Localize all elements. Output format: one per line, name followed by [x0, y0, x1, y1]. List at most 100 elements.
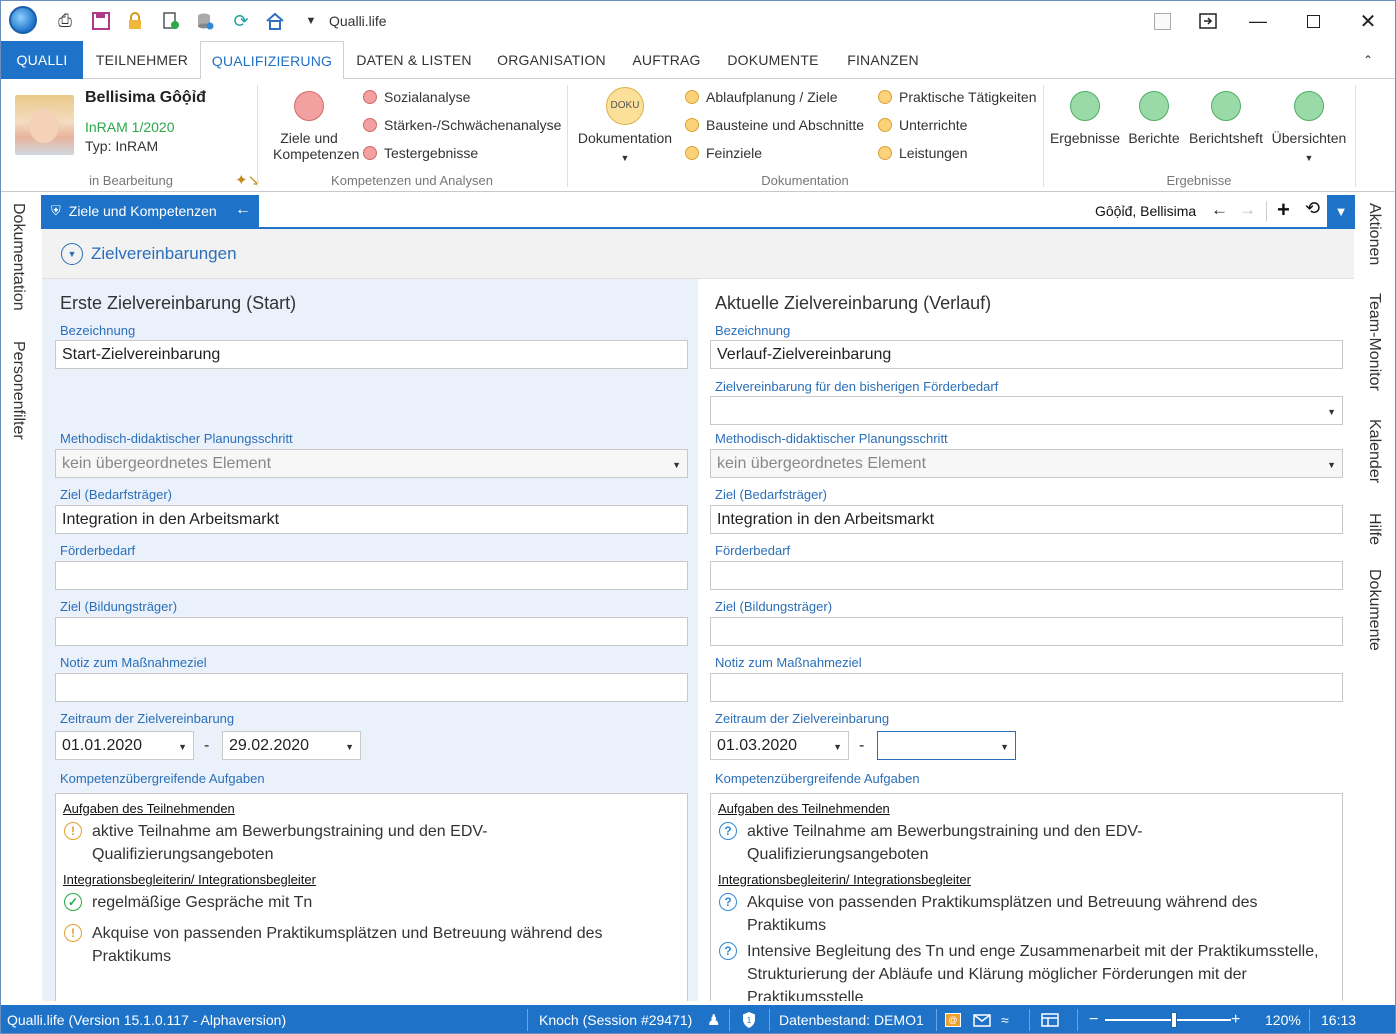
- list-item[interactable]: ? aktive Teilnahme am Bewerbungstraining …: [719, 820, 1319, 866]
- ziel-bildung-input[interactable]: [55, 617, 688, 646]
- lock-icon[interactable]: [123, 9, 147, 33]
- wifi-icon[interactable]: ≈: [1001, 1005, 1009, 1033]
- ziel-bildung-input[interactable]: [710, 617, 1343, 646]
- question-icon: ?: [719, 822, 737, 840]
- minimize-button[interactable]: —: [1235, 1, 1281, 41]
- sozialanalyse-button[interactable]: Sozialanalyse: [363, 87, 470, 107]
- berichte-button[interactable]: Berichte: [1123, 91, 1185, 146]
- tab-dokumente[interactable]: DOKUMENTE: [714, 41, 832, 79]
- tab-finanzen[interactable]: FINANZEN: [832, 41, 934, 79]
- dokumentation-button[interactable]: DOKU Dokumentation ▼: [571, 87, 679, 166]
- planung-select[interactable]: kein übergeordnetes Element ▼: [710, 449, 1343, 478]
- tab-qualli[interactable]: QUALLI: [1, 41, 83, 79]
- uebersichten-button[interactable]: Übersichten ▼: [1267, 91, 1351, 166]
- zoom-slider-thumb[interactable]: [1171, 1012, 1177, 1028]
- close-button[interactable]: ✕: [1345, 1, 1391, 41]
- add-icon[interactable]: +: [1277, 197, 1290, 223]
- bezeichnung-input[interactable]: Verlauf-Zielvereinbarung: [710, 340, 1343, 369]
- unterrichte-button[interactable]: Unterrichte: [878, 115, 967, 135]
- ziel-bedarf-input[interactable]: Integration in den Arbeitsmarkt: [710, 505, 1343, 534]
- collapse-circle-icon[interactable]: ▼: [61, 243, 83, 265]
- sidebar-item-aktionen[interactable]: Aktionen: [1365, 203, 1383, 265]
- leistungen-button[interactable]: Leistungen: [878, 143, 968, 163]
- reload-icon[interactable]: ⟲: [1305, 198, 1320, 219]
- tab-ziele-kompetenzen[interactable]: ⛨ Ziele und Kompetenzen ←: [41, 195, 259, 227]
- app-logo-icon[interactable]: [9, 6, 37, 34]
- ergebnisse-button[interactable]: Ergebnisse: [1047, 91, 1123, 146]
- bausteine-button[interactable]: Bausteine und Abschnitte: [685, 115, 864, 135]
- datenbestand-text[interactable]: Datenbestand: DEMO1: [779, 1005, 924, 1033]
- sidebar-item-dokumente[interactable]: Dokumente: [1365, 569, 1383, 651]
- list-item[interactable]: ? Akquise von passenden Praktikumsplätzen…: [719, 891, 1319, 937]
- feinziele-button[interactable]: Feinziele: [685, 143, 762, 163]
- list-item[interactable]: ! aktive Teilnahme am Bewerbungstraining …: [64, 820, 664, 866]
- planung-select[interactable]: kein übergeordnetes Element ▼: [55, 449, 688, 478]
- chevron-down-icon: ▼: [345, 742, 354, 752]
- zoom-slider[interactable]: [1105, 1012, 1231, 1028]
- zoom-level[interactable]: 120%: [1265, 1005, 1301, 1033]
- list-item[interactable]: ! Akquise von passenden Praktikumsplätzen…: [64, 922, 664, 968]
- next-arrow-icon[interactable]: →: [1239, 200, 1256, 220]
- restore-panel-icon[interactable]: [1185, 1, 1231, 41]
- dropdown-icon[interactable]: ▼: [299, 9, 323, 33]
- praktische-taetigkeiten-button[interactable]: Praktische Tätigkeiten: [878, 87, 1036, 107]
- sidebar-item-kalender[interactable]: Kalender: [1365, 419, 1383, 483]
- ziel-bedarf-input[interactable]: Integration in den Arbeitsmarkt: [55, 505, 688, 534]
- refresh-icon[interactable]: ⟳: [229, 9, 253, 33]
- mail-icon[interactable]: [973, 1005, 991, 1033]
- date-from-picker[interactable]: 01.03.2020 ▼: [710, 731, 849, 760]
- app-window: ⎙ ⟳ ▼ Qualli.life — ✕ QUALLI TEILNEHMER …: [0, 0, 1396, 1034]
- staerken-schwaechen-button[interactable]: Stärken-/Schwächenanalyse: [363, 115, 561, 135]
- berichtsheft-button[interactable]: Berichtsheft: [1185, 91, 1267, 146]
- prev-arrow-icon[interactable]: ←: [1211, 200, 1228, 220]
- tab-teilnehmer[interactable]: TEILNEHMER: [83, 41, 201, 79]
- aufgaben-box[interactable]: Aufgaben des Teilnehmenden ? aktive Teiln…: [710, 793, 1343, 1001]
- tab-qualifizierung[interactable]: QUALIFIZIERUNG: [200, 41, 344, 80]
- date-from-picker[interactable]: 01.01.2020 ▼: [55, 731, 194, 760]
- sidebar-item-dokumentation[interactable]: Dokumentation: [9, 203, 27, 311]
- layout-toggle-icon[interactable]: [1139, 1, 1185, 41]
- notification-icon[interactable]: @: [945, 1005, 961, 1033]
- tab-daten-listen[interactable]: DATEN & LISTEN: [344, 41, 484, 79]
- foerderbedarf-input[interactable]: [710, 561, 1343, 590]
- field-label: Ziel (Bedarfsträger): [60, 487, 172, 502]
- back-arrow-icon[interactable]: ←: [235, 201, 251, 219]
- sidebar-item-team-monitor[interactable]: Team-Monitor: [1365, 293, 1383, 391]
- svg-text:1: 1: [747, 1016, 752, 1025]
- save-icon[interactable]: [89, 9, 113, 33]
- sidebar-item-personenfilter[interactable]: Personenfilter: [9, 341, 27, 440]
- bisher-select[interactable]: ▼: [710, 396, 1343, 425]
- layout-icon[interactable]: [1041, 1005, 1059, 1033]
- notiz-input[interactable]: [55, 673, 688, 702]
- list-item[interactable]: ✓ regelmäßige Gespräche mit Tn: [64, 891, 664, 914]
- database-icon[interactable]: [193, 9, 217, 33]
- home-icon[interactable]: [263, 9, 287, 33]
- sidebar-item-hilfe[interactable]: Hilfe: [1365, 513, 1383, 545]
- zoom-in-icon[interactable]: +: [1231, 1005, 1240, 1033]
- tab-auftrag[interactable]: AUFTRAG: [619, 41, 714, 79]
- foerderbedarf-input[interactable]: [55, 561, 688, 590]
- shield-status-icon[interactable]: 1: [741, 1005, 757, 1033]
- print-icon[interactable]: ⎙: [53, 9, 77, 33]
- aufgaben-box[interactable]: Aufgaben des Teilnehmenden ! aktive Teiln…: [55, 793, 688, 1001]
- ablaufplanung-button[interactable]: Ablaufplanung / Ziele: [685, 87, 838, 107]
- participant-photo[interactable]: [15, 95, 74, 155]
- date-to-picker[interactable]: ▼: [877, 731, 1016, 760]
- bezeichnung-input[interactable]: Start-Zielvereinbarung: [55, 340, 688, 369]
- left-panel: Erste Zielvereinbarung (Start) Bezeichnu…: [42, 279, 698, 1001]
- session-text[interactable]: Knoch (Session #29471): [539, 1005, 692, 1033]
- section-header[interactable]: ▼ Zielvereinbarungen: [42, 229, 1354, 279]
- maximize-button[interactable]: [1290, 1, 1336, 41]
- testergebnisse-button[interactable]: Testergebnisse: [363, 143, 478, 163]
- export-icon[interactable]: [159, 9, 183, 33]
- notiz-input[interactable]: [710, 673, 1343, 702]
- tab-organisation[interactable]: ORGANISATION: [484, 41, 619, 79]
- user-icon[interactable]: ♟: [707, 1005, 720, 1033]
- list-item[interactable]: ? Intensive Begleitung des Tn und enge Zu…: [719, 940, 1319, 1001]
- date-to-picker[interactable]: 29.02.2020 ▼: [222, 731, 361, 760]
- ziele-kompetenzen-button[interactable]: Ziele und Kompetenzen: [263, 91, 359, 162]
- zoom-out-icon[interactable]: −: [1089, 1005, 1098, 1033]
- menu-dropdown-icon[interactable]: ▼: [1327, 195, 1355, 227]
- collapse-ribbon-icon[interactable]: ⌃: [1363, 53, 1373, 67]
- participant-program[interactable]: InRAM 1/2020: [85, 119, 175, 135]
